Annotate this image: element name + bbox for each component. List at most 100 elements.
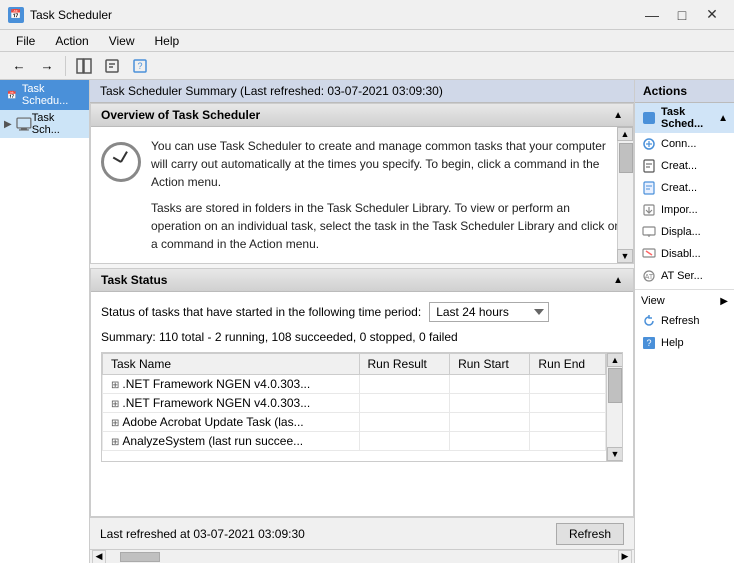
action-item-creat2[interactable]: Creat...: [635, 177, 734, 199]
overview-scrollbar[interactable]: ▲ ▼: [617, 127, 633, 263]
computer-icon: [16, 117, 32, 131]
overview-content: You can use Task Scheduler to create and…: [91, 127, 633, 263]
disabl-icon: [641, 246, 657, 262]
task-status-header[interactable]: Task Status ▲: [91, 269, 633, 292]
menu-file[interactable]: File: [8, 32, 43, 50]
run-start-cell: [450, 413, 530, 432]
task-name-cell: ⊞.NET Framework NGEN v4.0.303...: [103, 394, 360, 413]
menu-view[interactable]: View: [101, 32, 143, 50]
action-item-displa[interactable]: Displa...: [635, 221, 734, 243]
maximize-button[interactable]: □: [668, 5, 696, 25]
tree-header: 📅 Task Schedu...: [0, 80, 89, 110]
action-label-disabl: Disabl...: [661, 248, 701, 260]
action-label-refresh: Refresh: [661, 315, 700, 327]
window-title: Task Scheduler: [30, 8, 112, 22]
svg-text:?: ?: [137, 61, 142, 71]
displa-icon: [641, 224, 657, 240]
horizontal-scrollbar[interactable]: ◀ ▶: [90, 549, 634, 563]
table-scroll-down[interactable]: ▼: [607, 447, 623, 461]
overview-text-2: Tasks are stored in folders in the Task …: [151, 199, 623, 253]
run-start-cell: [450, 432, 530, 451]
forward-button[interactable]: →: [34, 55, 60, 77]
menu-help[interactable]: Help: [147, 32, 188, 50]
period-label: Status of tasks that have started in the…: [101, 305, 421, 319]
left-panel: 📅 Task Schedu... ▶ Task Sch...: [0, 80, 90, 563]
menu-action[interactable]: Action: [47, 32, 96, 50]
window-controls: — □ ✕: [638, 5, 726, 25]
table-scrollbar[interactable]: ▲ ▼: [606, 353, 622, 461]
title-bar: 📅 Task Scheduler — □ ✕: [0, 0, 734, 30]
scroll-up-arrow[interactable]: ▲: [617, 127, 633, 141]
minimize-button[interactable]: —: [638, 5, 666, 25]
task-status-content: Status of tasks that have started in the…: [91, 292, 633, 472]
action-expand-arrow: ▲: [718, 113, 728, 124]
action-item-impor[interactable]: Impor...: [635, 199, 734, 221]
action-item-view[interactable]: View ▶: [635, 292, 734, 310]
tree-arrow-icon: ▶: [4, 119, 16, 130]
task-status-section: Task Status ▲ Status of tasks that have …: [90, 268, 634, 517]
horiz-scroll-thumb: [120, 552, 160, 562]
action-item-help[interactable]: ? Help: [635, 332, 734, 354]
toolbar: ← → ?: [0, 52, 734, 80]
close-button[interactable]: ✕: [698, 5, 726, 25]
action-label-task-sched: Task Sched...: [661, 106, 714, 130]
task-name-cell: ⊞AnalyzeSystem (last run succee...: [103, 432, 360, 451]
scroll-down-arrow[interactable]: ▼: [617, 249, 633, 263]
tree-header-label: Task Schedu...: [22, 83, 83, 107]
impor-icon: [641, 202, 657, 218]
action-separator: [635, 289, 734, 290]
properties-button[interactable]: [99, 55, 125, 77]
refresh-icon: [641, 313, 657, 329]
run-result-cell: [359, 394, 450, 413]
right-panel: Actions Task Sched... ▲ Conn... Creat...…: [634, 80, 734, 563]
table-row[interactable]: ⊞.NET Framework NGEN v4.0.303...: [103, 394, 606, 413]
action-item-at-ser[interactable]: AT AT Ser...: [635, 265, 734, 287]
scroll-thumb: [619, 143, 633, 173]
action-item-conn[interactable]: Conn...: [635, 133, 734, 155]
expand-icon: ⊞: [111, 418, 119, 429]
scroll-left-arrow[interactable]: ◀: [92, 550, 106, 563]
help-toolbar-button[interactable]: ?: [127, 55, 153, 77]
table-row[interactable]: ⊞AnalyzeSystem (last run succee...: [103, 432, 606, 451]
action-item-disabl[interactable]: Disabl...: [635, 243, 734, 265]
period-select[interactable]: Last 24 hours Last hour Last 7 days Last…: [429, 302, 549, 322]
scroll-right-arrow[interactable]: ▶: [618, 550, 632, 563]
run-result-cell: [359, 432, 450, 451]
refresh-button[interactable]: Refresh: [556, 523, 624, 545]
at-ser-icon: AT: [641, 268, 657, 284]
action-item-task-sched[interactable]: Task Sched... ▲: [635, 103, 734, 133]
table-row[interactable]: ⊞Adobe Acrobat Update Task (las...: [103, 413, 606, 432]
table-scroll-up[interactable]: ▲: [607, 353, 623, 367]
col-run-start: Run Start: [450, 354, 530, 375]
run-end-cell: [530, 375, 606, 394]
col-run-result: Run Result: [359, 354, 450, 375]
action-label-help: Help: [661, 337, 684, 349]
run-end-cell: [530, 394, 606, 413]
col-task-name: Task Name: [103, 354, 360, 375]
table-row[interactable]: ⊞.NET Framework NGEN v4.0.303...: [103, 375, 606, 394]
action-item-refresh[interactable]: Refresh: [635, 310, 734, 332]
back-button[interactable]: ←: [6, 55, 32, 77]
status-bar: Last refreshed at 03-07-2021 03:09:30 Re…: [90, 517, 634, 549]
menu-bar: File Action View Help: [0, 30, 734, 52]
creat2-icon: [641, 180, 657, 196]
run-end-cell: [530, 432, 606, 451]
svg-text:?: ?: [646, 338, 651, 348]
run-result-cell: [359, 413, 450, 432]
overview-collapse-icon: ▲: [613, 110, 623, 121]
task-table: Task Name Run Result Run Start Run End ⊞…: [102, 353, 606, 451]
action-item-creat1[interactable]: Creat...: [635, 155, 734, 177]
tree-item-label: Task Sch...: [32, 112, 85, 136]
actions-header: Actions: [635, 80, 734, 103]
action-label-conn: Conn...: [661, 138, 696, 150]
task-name-cell: ⊞Adobe Acrobat Update Task (las...: [103, 413, 360, 432]
action-label-view: View: [641, 295, 716, 307]
show-hide-console-tree-button[interactable]: [71, 55, 97, 77]
creat1-icon: [641, 158, 657, 174]
run-result-cell: [359, 375, 450, 394]
overview-section-header[interactable]: Overview of Task Scheduler ▲: [91, 104, 633, 127]
tree-item-task-scheduler[interactable]: ▶ Task Sch...: [0, 110, 89, 138]
main-container: 📅 Task Schedu... ▶ Task Sch... Task Sche…: [0, 80, 734, 563]
overview-text-1: You can use Task Scheduler to create and…: [151, 137, 623, 191]
overview-title: Overview of Task Scheduler: [101, 108, 260, 122]
